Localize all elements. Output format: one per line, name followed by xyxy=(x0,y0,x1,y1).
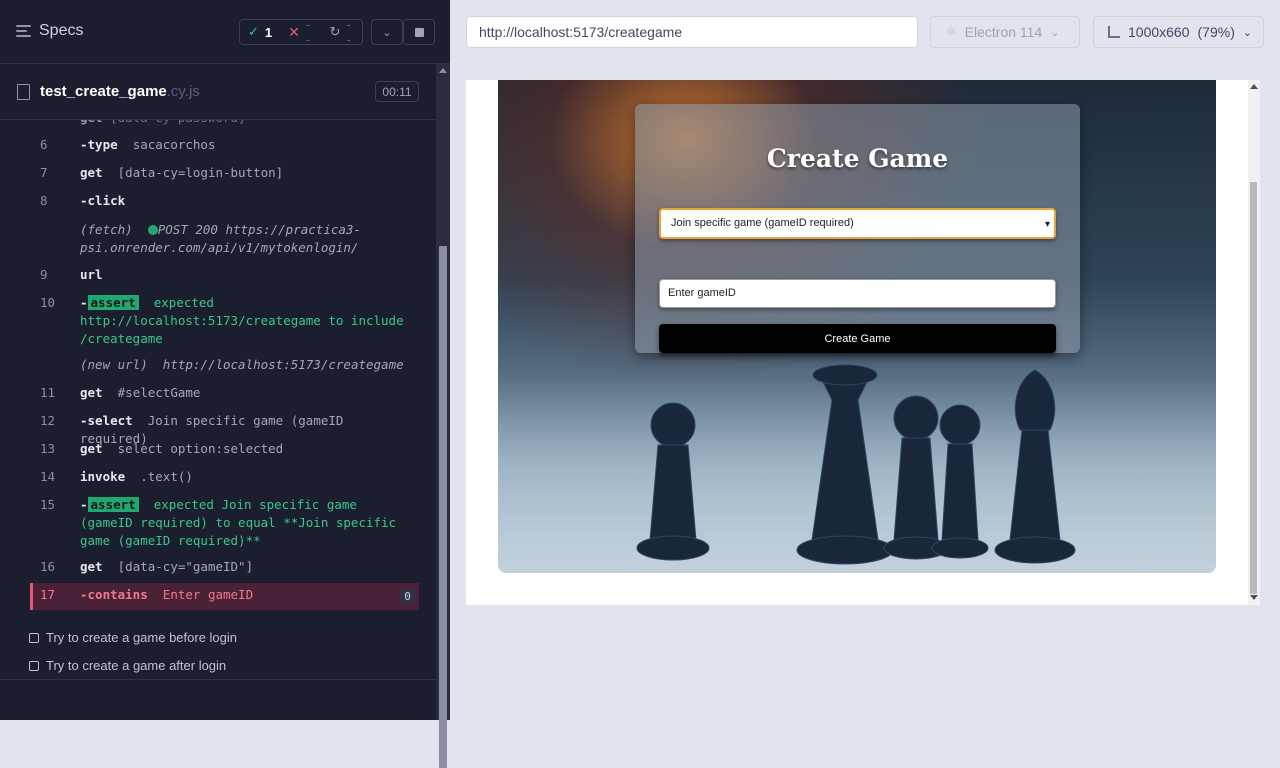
create-game-card: Create Game Join specific game (gameID r… xyxy=(635,104,1080,353)
reporter-scrollbar[interactable] xyxy=(436,64,450,768)
select-value: Join specific game (gameID required) xyxy=(671,217,854,229)
chevron-down-icon: ⌄ xyxy=(1242,26,1253,39)
element-count-badge: 0 xyxy=(401,589,414,604)
url-bar[interactable]: http://localhost:5173/creategame xyxy=(466,16,918,48)
duration-badge: 00:11 xyxy=(375,81,419,102)
document-icon xyxy=(17,84,30,100)
failed-stat: ✕ -- xyxy=(280,17,321,47)
command-list: get [data-cy=password] 6 -type sacacorch… xyxy=(40,120,404,574)
aut-panel: http://localhost:5173/creategame ⚛ Elect… xyxy=(450,0,1280,720)
failed-command-row[interactable]: 17 -contains Enter gameID 0 xyxy=(30,583,419,610)
chevron-down-icon: ▾ xyxy=(1044,219,1050,230)
chevron-down-icon: ⌄ xyxy=(1050,26,1060,39)
viewport-size: 1000x660 xyxy=(1128,24,1190,40)
spec-file-header: test_create_game.cy.js 00:11 xyxy=(0,64,436,120)
checkbox-icon xyxy=(29,632,39,643)
browser-label: Electron 114 xyxy=(964,24,1043,40)
viewport-info[interactable]: 1000x660 (79%) ⌄ xyxy=(1093,16,1264,48)
ruler-icon xyxy=(1108,26,1120,38)
specs-label: Specs xyxy=(39,22,84,39)
viewport-scale: (79%) xyxy=(1197,24,1235,40)
collapse-button[interactable]: ⌄ xyxy=(371,19,403,45)
aut-iframe: Create Game Join specific game (gameID r… xyxy=(466,80,1260,605)
scroll-up-icon xyxy=(439,68,447,73)
scroll-up-icon xyxy=(1250,84,1258,89)
pending-count: -- xyxy=(346,17,351,47)
checkbox-icon xyxy=(29,660,39,671)
test-stats: ✓ 1 ✕ -- ↻ -- xyxy=(239,17,363,47)
reporter-header: Specs ✓ 1 ✕ -- ↻ -- ⌄ xyxy=(0,0,450,64)
specs-button[interactable]: Specs xyxy=(16,22,83,40)
passed-count: 1 xyxy=(264,24,273,40)
scrollbar-thumb[interactable] xyxy=(439,246,447,768)
browser-selector[interactable]: ⚛ Electron 114 ⌄ xyxy=(930,16,1080,48)
command-name: -contains xyxy=(80,587,148,602)
command-log-panel: Specs ✓ 1 ✕ -- ↻ -- ⌄ test_create_game.c… xyxy=(0,0,450,768)
aut-scrollbar[interactable] xyxy=(1248,80,1260,605)
electron-icon: ⚛ xyxy=(945,24,957,39)
page-title: Create Game xyxy=(766,144,949,173)
game-type-select[interactable]: Join specific game (gameID required) ▾ xyxy=(659,208,1056,239)
x-icon: ✕ xyxy=(288,23,300,40)
create-game-button[interactable]: Create Game xyxy=(659,324,1056,353)
scroll-down-icon xyxy=(1250,595,1258,600)
game-id-input[interactable]: Enter gameID xyxy=(659,279,1056,308)
assert-badge: assert xyxy=(87,295,139,310)
chevron-down-icon: ⌄ xyxy=(382,25,392,39)
status-dot-icon xyxy=(147,225,158,235)
app-background: Create Game Join specific game (gameID r… xyxy=(498,80,1216,573)
scrollbar-thumb[interactable] xyxy=(1250,182,1257,594)
failed-count: -- xyxy=(305,17,311,47)
test-item-before-login[interactable]: Try to create a game before login xyxy=(29,630,237,645)
stop-icon xyxy=(414,27,424,37)
pending-stat: ↻ -- xyxy=(321,17,362,47)
stop-button[interactable] xyxy=(403,19,435,45)
spec-file-name[interactable]: test_create_game.cy.js xyxy=(40,83,200,100)
passed-stat: ✓ 1 xyxy=(240,24,280,40)
command-message: Enter gameID xyxy=(162,587,254,602)
check-icon: ✓ xyxy=(248,24,259,39)
divider xyxy=(0,679,436,680)
assert-badge: assert xyxy=(87,497,139,512)
test-item-after-login[interactable]: Try to create a game after login xyxy=(29,658,226,673)
command-number: 17 xyxy=(40,587,56,602)
pending-icon: ↻ xyxy=(329,24,341,39)
scroll-down-icon xyxy=(439,708,447,713)
menu-icon xyxy=(16,25,31,37)
